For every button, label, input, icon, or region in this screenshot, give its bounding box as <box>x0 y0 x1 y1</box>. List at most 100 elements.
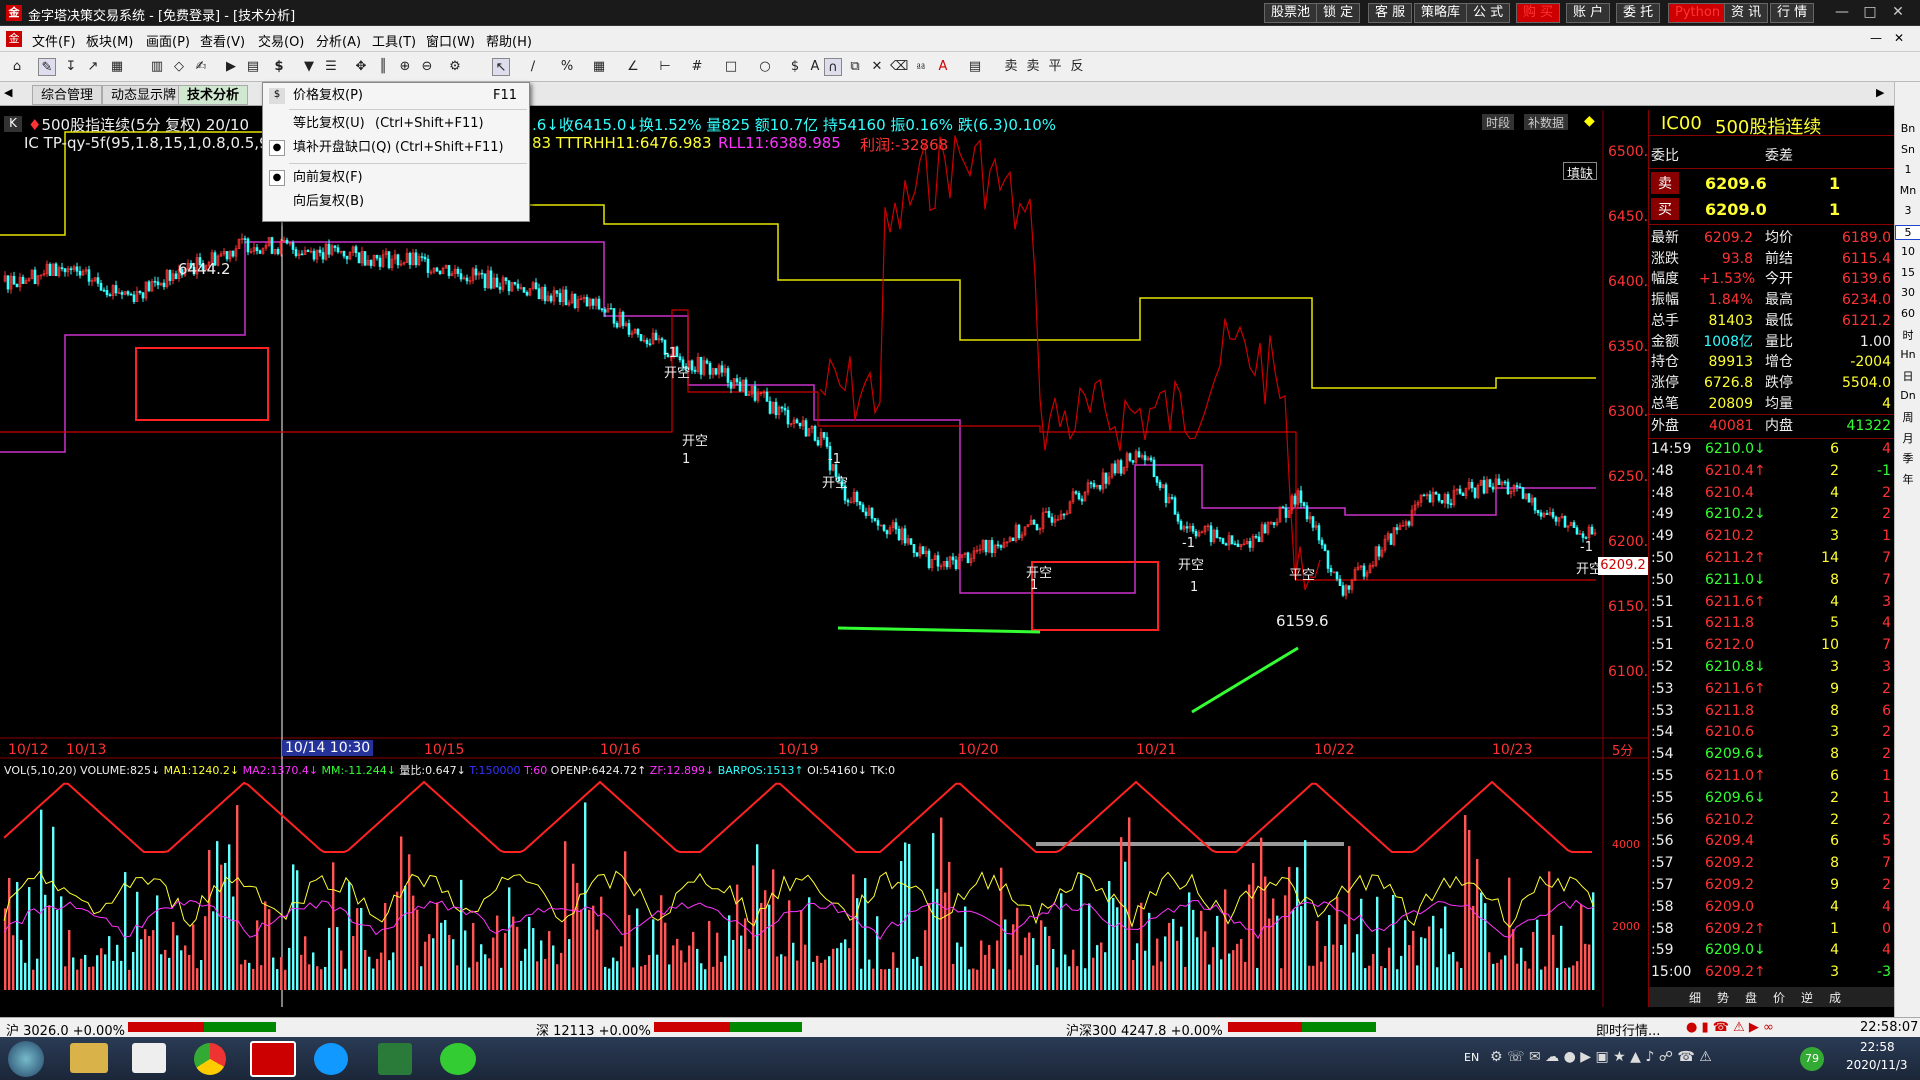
menu-item-5[interactable]: 分析(A) <box>316 31 361 50</box>
period-button-16[interactable]: 季 <box>1895 450 1920 466</box>
dollar-tool-icon[interactable]: $ <box>786 58 804 76</box>
list-icon[interactable]: ☰ <box>322 58 340 76</box>
panel-tab-4[interactable]: 逆 <box>1801 989 1813 1006</box>
mdi-min-icon[interactable]: — <box>1870 31 1882 45</box>
explorer-icon[interactable] <box>70 1043 108 1073</box>
tab-dynamic-board[interactable]: 动态显示牌 <box>102 85 186 105</box>
top-button-1[interactable]: 锁 定 <box>1316 3 1361 23</box>
top-button-9[interactable]: 资 讯 <box>1724 3 1769 23</box>
menu-item-2[interactable]: 画面(P) <box>146 31 190 50</box>
circle-icon[interactable]: ○ <box>756 58 774 76</box>
top-button-6[interactable]: 账 户 <box>1566 3 1611 23</box>
copy-icon[interactable]: ⧉ <box>846 58 864 76</box>
draw-pen-icon[interactable]: ✎ <box>38 58 56 76</box>
period-button-4[interactable]: 3 <box>1895 204 1920 217</box>
download-icon[interactable]: ↧ <box>62 58 80 76</box>
buy-row[interactable]: 买 6209.0 1 <box>1649 198 1895 222</box>
sell-icon[interactable]: 卖 <box>1024 58 1042 76</box>
period-button-9[interactable]: 60 <box>1895 307 1920 320</box>
period-button-11[interactable]: Hn <box>1895 348 1920 361</box>
period-button-1[interactable]: Sn <box>1895 143 1920 156</box>
table-icon[interactable]: ▦ <box>590 58 608 76</box>
lang-indicator[interactable]: EN <box>1464 1051 1479 1064</box>
move-icon[interactable]: ✥ <box>352 58 370 76</box>
home-icon[interactable]: ⌂ <box>8 58 26 76</box>
menu-price-adjust[interactable]: $ 价格复权(P) F11 <box>263 85 529 107</box>
kline-chart-svg[interactable] <box>0 110 1648 1007</box>
mdi-close-icon[interactable]: ✕ <box>1894 31 1904 45</box>
menu-item-1[interactable]: 板块(M) <box>86 31 133 50</box>
menu-item-4[interactable]: 交易(O) <box>258 31 304 50</box>
export-icon[interactable]: ↗ <box>84 58 102 76</box>
notepad-icon[interactable] <box>132 1043 166 1073</box>
period-button-8[interactable]: 30 <box>1895 286 1920 299</box>
top-button-10[interactable]: 行 情 <box>1770 3 1815 23</box>
angle-icon[interactable]: ∠ <box>624 58 642 76</box>
top-button-8[interactable]: Python <box>1668 3 1728 23</box>
settings-icon[interactable]: ⚙ <box>446 58 464 76</box>
sell-row[interactable]: 卖 6209.6 1 <box>1649 172 1895 196</box>
delete-icon[interactable]: ✕ <box>868 58 886 76</box>
tab-overview[interactable]: 综合管理 <box>32 85 103 105</box>
menu-backward-adjust[interactable]: 向后复权(B) <box>263 191 529 213</box>
bracket-icon[interactable]: ⊢ <box>656 58 674 76</box>
dollar-icon[interactable]: $ <box>270 58 288 76</box>
tab-scroll-right-icon[interactable]: ▶ <box>1876 86 1884 99</box>
supplement-data-button[interactable]: 补数据 <box>1524 114 1569 130</box>
menu-item-6[interactable]: 工具(T) <box>372 31 416 50</box>
start-icon[interactable] <box>8 1041 44 1077</box>
tab-scroll-left-icon[interactable]: ◀ <box>4 86 12 99</box>
cursor-icon[interactable]: ↖ <box>492 58 510 76</box>
edit-icon[interactable]: ✍ <box>192 58 210 76</box>
magnet-icon[interactable]: ∩ <box>824 58 842 76</box>
top-button-4[interactable]: 公 式 <box>1466 3 1511 23</box>
menu-item-7[interactable]: 窗口(W) <box>426 31 475 50</box>
menu-item-3[interactable]: 查看(V) <box>200 31 245 50</box>
doc-icon[interactable]: ▤ <box>244 58 262 76</box>
teamviewer-icon[interactable] <box>314 1043 348 1075</box>
trash-icon[interactable]: ⌫ <box>890 58 908 76</box>
excel-icon[interactable] <box>378 1043 412 1075</box>
font-color-icon[interactable]: A <box>934 58 952 76</box>
menu-app-icon[interactable]: 金 <box>6 31 22 47</box>
lock-icon[interactable]: ⎂ <box>912 58 930 76</box>
menu-fill-gap[interactable]: ● 填补开盘缺口(Q) (Ctrl+Shift+F11) <box>263 137 529 159</box>
wechat-icon[interactable] <box>440 1043 476 1075</box>
menu-item-8[interactable]: 帮助(H) <box>486 31 532 50</box>
period-button-7[interactable]: 15 <box>1895 266 1920 279</box>
panel-tab-3[interactable]: 价 <box>1773 989 1785 1006</box>
menu-forward-adjust[interactable]: ● 向前复权(F) <box>263 167 529 189</box>
panel-tab-1[interactable]: 势 <box>1717 989 1729 1006</box>
menu-ratio-adjust[interactable]: 等比复权(U) (Ctrl+Shift+F11) <box>263 113 529 135</box>
tray-icons[interactable]: ⚙ ☏ ✉ ☁ ● ▶ ▣ ★ ▲ ♪ ☍ ☎ ⚠ <box>1490 1049 1712 1065</box>
period-button-10[interactable]: 时 <box>1895 327 1920 343</box>
period-button-2[interactable]: 1 <box>1895 163 1920 176</box>
reverse-icon[interactable]: 反 <box>1068 58 1086 76</box>
chart-area[interactable]: K ♦500股指连续(5分 复权) 20/10 .6↓收6415.0↓换1.52… <box>0 110 1657 1007</box>
panel-tab-2[interactable]: 盘 <box>1745 989 1757 1006</box>
badge-icon[interactable]: 79 <box>1800 1047 1824 1071</box>
top-button-2[interactable]: 客 服 <box>1368 3 1413 23</box>
period-button-15[interactable]: 月 <box>1895 430 1920 446</box>
close-icon[interactable]: ✕ <box>1886 3 1910 23</box>
chrome-icon[interactable] <box>194 1043 226 1075</box>
zoom-out-icon[interactable]: ⊖ <box>418 58 436 76</box>
diamond-icon[interactable]: ◇ <box>170 58 188 76</box>
panel-tab-5[interactable]: 成 <box>1829 989 1841 1006</box>
percent-icon[interactable]: % <box>558 58 576 76</box>
hash-icon[interactable]: # <box>688 58 706 76</box>
fill-gap-button[interactable]: 填缺 <box>1563 162 1598 182</box>
menu-item-0[interactable]: 文件(F) <box>32 31 76 50</box>
k-icon[interactable]: K <box>4 116 22 132</box>
period-button[interactable]: 时段 <box>1482 114 1515 130</box>
period-button-3[interactable]: Mn <box>1895 184 1920 197</box>
tab-technical-analysis[interactable]: 技术分析 <box>178 85 249 105</box>
top-button-3[interactable]: 策略库 <box>1414 3 1468 23</box>
rect-icon[interactable]: □ <box>722 58 740 76</box>
top-button-5[interactable]: 购 买 <box>1516 3 1561 23</box>
pyramid-app-icon[interactable] <box>250 1041 296 1077</box>
grid-icon[interactable]: ▦ <box>108 58 126 76</box>
buy-icon[interactable]: 卖 <box>1002 58 1020 76</box>
save-tool-icon[interactable]: ▤ <box>966 58 984 76</box>
period-button-13[interactable]: Dn <box>1895 389 1920 402</box>
